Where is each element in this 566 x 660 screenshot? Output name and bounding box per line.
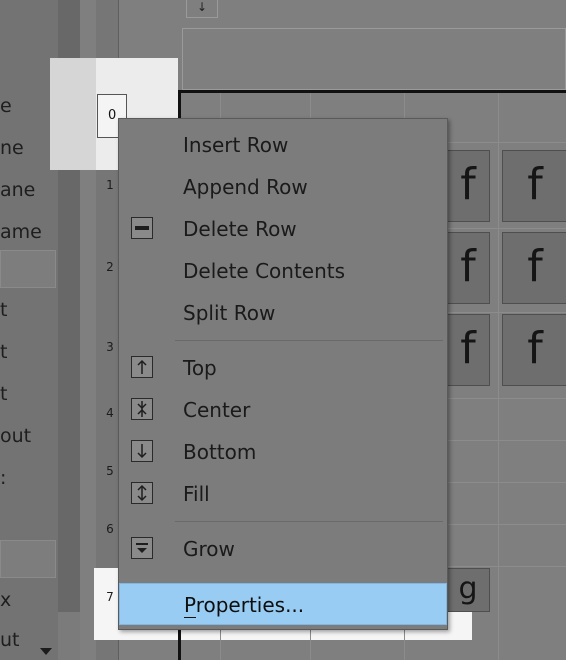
toolbox-item-label[interactable]: ut [0, 628, 20, 652]
download-icon[interactable]: ↓ [186, 0, 218, 18]
menu-item-label: Delete Contents [183, 259, 346, 283]
menu-item-bottom[interactable]: Bottom [119, 431, 447, 473]
cell-control[interactable]: f [502, 150, 566, 222]
menu-item-label: Insert Row [183, 133, 289, 157]
frame-border-top [178, 90, 566, 93]
accelerator-underline [184, 617, 196, 618]
row-header-3[interactable]: 3 [100, 340, 120, 354]
menu-item-append-row[interactable]: Append Row [119, 166, 447, 208]
row-header-4[interactable]: 4 [100, 406, 120, 420]
toolbox-item-label[interactable]: ame [0, 220, 42, 244]
menu-separator [175, 340, 443, 341]
grid-line [498, 93, 499, 660]
cell-control[interactable]: f [446, 150, 490, 222]
menu-item-label: Bottom [183, 440, 257, 464]
toolbox-item-label[interactable]: t [0, 340, 7, 364]
row-header-2[interactable]: 2 [100, 260, 120, 274]
menu-item-delete-row[interactable]: Delete Row [119, 208, 447, 250]
cell-control[interactable]: f [502, 314, 566, 386]
toolbox-item-label[interactable]: e [0, 94, 12, 118]
align-top-icon [131, 356, 153, 378]
toolbox-item-label[interactable]: out [0, 424, 31, 448]
toolbox-item-label[interactable]: ane [0, 178, 35, 202]
row-header-5[interactable]: 5 [100, 464, 120, 478]
align-center-icon [131, 398, 153, 420]
menu-item-split-row[interactable]: Split Row [119, 292, 447, 334]
row-header-1[interactable]: 1 [100, 178, 120, 192]
menu-item-insert-row[interactable]: Insert Row [119, 124, 447, 166]
row-header-6[interactable]: 6 [100, 522, 120, 536]
toolbox-item-label[interactable]: x [0, 588, 11, 612]
grow-icon [131, 537, 153, 559]
menu-item-top[interactable]: Top [119, 347, 447, 389]
menu-item-label: Delete Row [183, 217, 297, 241]
delete-row-icon [131, 217, 153, 239]
menu-item-label: Fill [183, 482, 210, 506]
menu-item-label: Center [183, 398, 251, 422]
header-cell[interactable] [182, 28, 566, 90]
toolbox-item-label[interactable]: t [0, 298, 7, 322]
row-header-7[interactable]: 7 [100, 590, 120, 604]
chevron-down-icon[interactable] [40, 648, 52, 655]
fill-icon [131, 482, 153, 504]
cell-control[interactable]: f [502, 232, 566, 304]
cell-control[interactable]: f [446, 314, 490, 386]
toolbox-item-label[interactable]: : [0, 466, 6, 490]
toolbox-item-label[interactable]: t [0, 382, 7, 406]
menu-item-label: Append Row [183, 175, 308, 199]
align-bottom-icon [131, 440, 153, 462]
cell-control[interactable]: g [446, 568, 490, 612]
menu-item-delete-contents[interactable]: Delete Contents [119, 250, 447, 292]
menu-item-properties[interactable]: Properties... [119, 583, 447, 625]
menu-item-label: Top [183, 356, 217, 380]
menu-separator [175, 521, 443, 522]
menu-item-label: Grow [183, 537, 235, 561]
menu-item-label: Properties... [184, 593, 305, 617]
menu-item-fill[interactable]: Fill [119, 473, 447, 515]
menu-item-center[interactable]: Center [119, 389, 447, 431]
menu-item-label: Split Row [183, 301, 276, 325]
cell-control[interactable]: f [446, 232, 490, 304]
menu-item-grow[interactable]: Grow [119, 528, 447, 570]
toolbox-separator [0, 540, 56, 578]
toolbox-separator [0, 250, 56, 288]
toolbox-item-label[interactable]: ne [0, 136, 24, 160]
